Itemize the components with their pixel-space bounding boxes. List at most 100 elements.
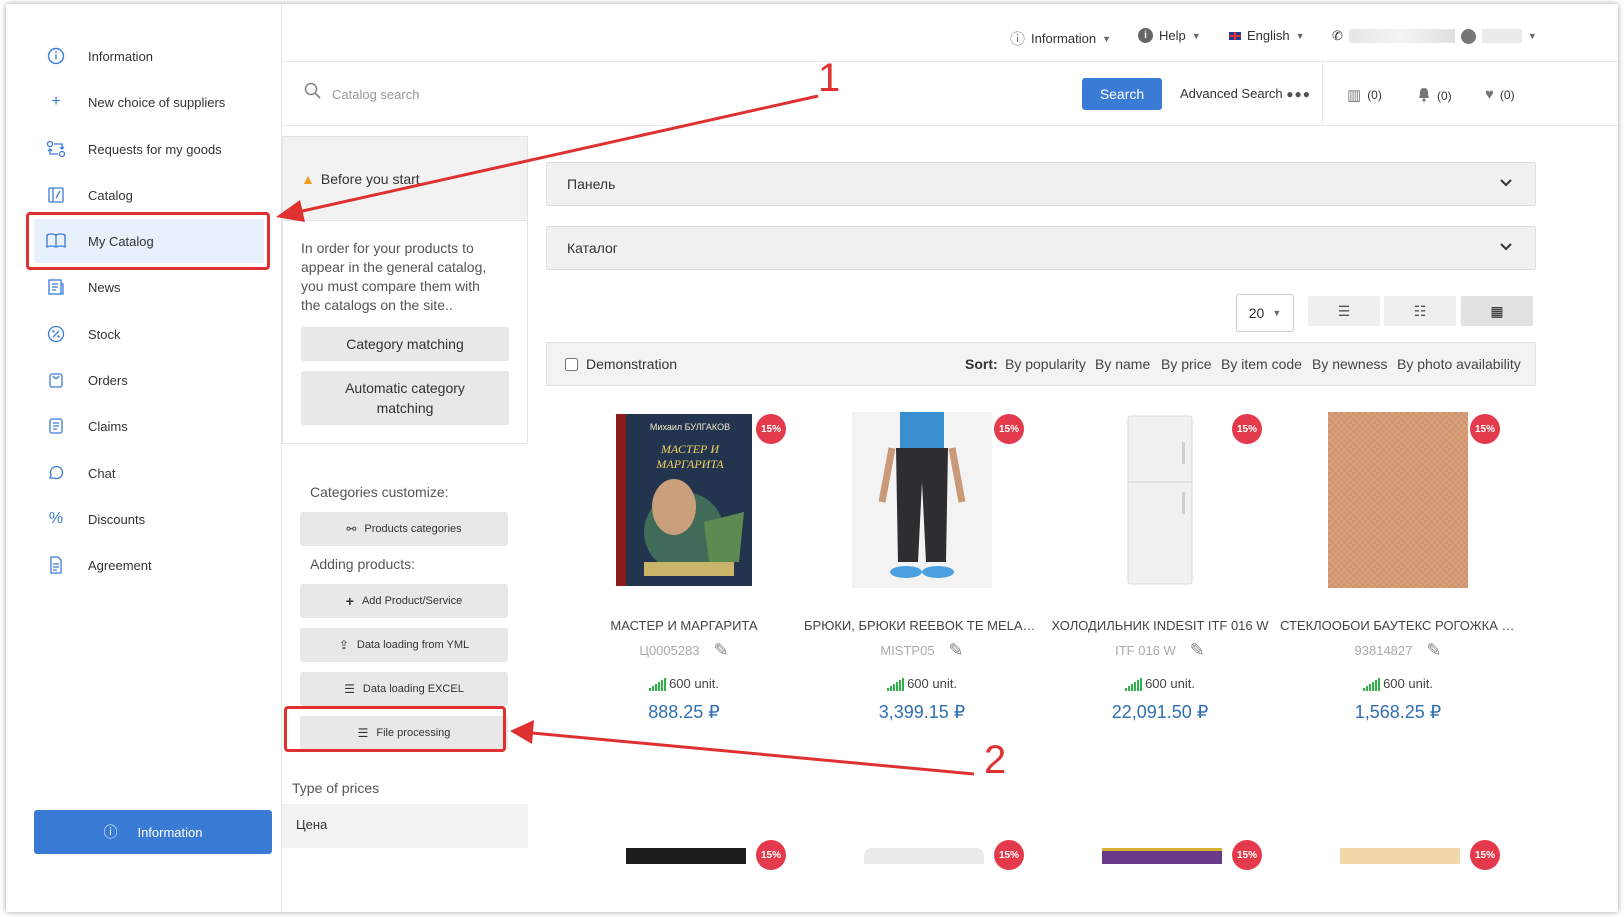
notifications-count: (0) bbox=[1437, 89, 1452, 103]
advanced-search-link[interactable]: Advanced Search ●●● bbox=[1180, 86, 1311, 101]
product-thumbnail bbox=[864, 848, 984, 864]
sidebar-item-news[interactable]: News bbox=[34, 265, 264, 309]
search-icon bbox=[304, 82, 322, 105]
stock-row: 600 unit. bbox=[804, 676, 1040, 691]
chat-icon bbox=[46, 463, 66, 483]
stock-level-icon bbox=[1363, 677, 1381, 691]
sort-by-item-code[interactable]: By item code bbox=[1221, 356, 1302, 372]
stock-row: 600 unit. bbox=[566, 676, 802, 691]
advanced-search-label: Advanced Search bbox=[1180, 86, 1283, 101]
information-menu[interactable]: ⓘ Information ▼ bbox=[1010, 28, 1111, 49]
sidebar-item-requests[interactable]: Requests for my goods bbox=[34, 127, 264, 171]
information-button-label: Information bbox=[137, 824, 203, 840]
language-menu[interactable]: English ▼ bbox=[1229, 28, 1305, 43]
add-product-button[interactable]: + Add Product/Service bbox=[300, 584, 508, 618]
sidebar-item-new-suppliers[interactable]: + New choice of suppliers bbox=[34, 80, 264, 124]
data-loading-excel-button[interactable]: ☰ Data loading EXCEL bbox=[300, 672, 508, 706]
product-card-partial[interactable]: 15% bbox=[1280, 838, 1516, 870]
upload-icon: ⇪ bbox=[338, 638, 349, 652]
product-name[interactable]: БРЮКИ, БРЮКИ REEBOK TE MELANGE JOGGER bbox=[804, 618, 1040, 633]
discount-badge: 15% bbox=[1470, 840, 1500, 870]
product-code-row: 93814827 ✎ bbox=[1280, 640, 1516, 661]
product-card[interactable]: 15% СТЕКЛООБОИ БАУТЕКС РОГОЖКА СРЕДНЯЯ 9… bbox=[1280, 404, 1516, 734]
sort-label: Sort: bbox=[965, 356, 998, 372]
sidebar-item-claims[interactable]: Claims bbox=[34, 404, 264, 448]
phone-icon: ✆ bbox=[1332, 28, 1343, 43]
caret-down-icon: ▼ bbox=[1527, 31, 1537, 41]
automatic-category-matching-button[interactable]: Automatic category matching bbox=[301, 371, 509, 425]
data-loading-yml-button[interactable]: ⇪ Data loading from YML bbox=[300, 628, 508, 662]
notifications-counter[interactable]: (0) bbox=[1417, 86, 1452, 106]
view-detailed-list-button[interactable]: ☷ bbox=[1384, 296, 1456, 326]
favorites-counter[interactable]: ♥ (0) bbox=[1485, 86, 1515, 103]
product-card[interactable]: 15% БРЮКИ, БРЮКИ REEBOK TE MELANGE JOGGE… bbox=[804, 404, 1040, 734]
product-card-partial[interactable]: 15% bbox=[804, 838, 1040, 870]
product-card[interactable]: Михаил БУЛГАКОВ МАСТЕР И МАРГАРИТА 15% М… bbox=[566, 404, 802, 734]
product-card[interactable]: 15% ХОЛОДИЛЬНИК INDESIT ITF 016 W ITF 01… bbox=[1042, 404, 1278, 734]
sidebar-item-chat[interactable]: Chat bbox=[34, 451, 264, 495]
demonstration-checkbox[interactable] bbox=[565, 357, 578, 371]
sidebar-item-agreement[interactable]: Agreement bbox=[34, 543, 264, 587]
discount-badge: 15% bbox=[994, 414, 1024, 444]
product-name[interactable]: ХОЛОДИЛЬНИК INDESIT ITF 016 W bbox=[1042, 618, 1278, 633]
information-button[interactable]: ⓘ Information bbox=[34, 810, 272, 854]
stock-level-icon bbox=[1125, 677, 1143, 691]
sort-by-name[interactable]: By name bbox=[1095, 356, 1150, 372]
sidebar-item-stock[interactable]: Stock bbox=[34, 312, 264, 356]
edit-icon[interactable]: ✎ bbox=[1190, 640, 1205, 661]
edit-icon[interactable]: ✎ bbox=[1426, 640, 1441, 661]
catalog-accordion-title: Каталог bbox=[567, 240, 618, 256]
sidebar-item-label: New choice of suppliers bbox=[88, 94, 226, 110]
sort-by-newness[interactable]: By newness bbox=[1312, 356, 1387, 372]
product-thumbnail bbox=[1102, 848, 1222, 864]
product-image-fiberglass bbox=[1328, 412, 1468, 588]
link-icon: ⚯ bbox=[346, 522, 357, 536]
sort-by-popularity[interactable]: By popularity bbox=[1005, 356, 1086, 372]
product-name[interactable]: МАСТЕР И МАРГАРИТА bbox=[566, 618, 802, 633]
sidebar-item-catalog[interactable]: Catalog bbox=[34, 173, 264, 217]
view-grid-button[interactable]: ▦ bbox=[1461, 296, 1533, 326]
sort-by-price[interactable]: By price bbox=[1161, 356, 1212, 372]
discount-badge: 15% bbox=[756, 414, 786, 444]
product-card-partial[interactable]: 15% bbox=[566, 838, 802, 870]
search-input[interactable] bbox=[332, 82, 1032, 106]
category-matching-button[interactable]: Category matching bbox=[301, 327, 509, 361]
product-card-partial[interactable]: 15% bbox=[1042, 838, 1278, 870]
heart-icon: ♥ bbox=[1485, 86, 1494, 103]
categories-customize-label: Categories customize: bbox=[310, 484, 449, 500]
discount-badge: 15% bbox=[1470, 414, 1500, 444]
price-type-option[interactable]: Цена bbox=[282, 804, 528, 848]
per-page-select[interactable]: 20 ▼ bbox=[1236, 294, 1294, 332]
plus-icon: + bbox=[51, 93, 61, 110]
product-name[interactable]: СТЕКЛООБОИ БАУТЕКС РОГОЖКА СРЕДНЯЯ bbox=[1280, 618, 1516, 633]
percent-icon: % bbox=[48, 510, 64, 527]
product-code-row: MISTP05 ✎ bbox=[804, 640, 1040, 661]
view-list-button[interactable]: ☰ bbox=[1308, 296, 1380, 326]
stock-value: 600 unit. bbox=[1145, 676, 1195, 691]
panel-accordion[interactable]: Панель bbox=[546, 162, 1536, 206]
sidebar-item-information[interactable]: Information bbox=[34, 34, 264, 78]
bell-icon bbox=[1417, 86, 1431, 106]
data-loading-excel-label: Data loading EXCEL bbox=[362, 683, 464, 695]
detailed-list-icon: ☷ bbox=[1413, 302, 1427, 319]
account-menu[interactable]: ✆ ▼ bbox=[1332, 28, 1537, 44]
information-menu-label: Information bbox=[1031, 31, 1097, 46]
stock-row: 600 unit. bbox=[1042, 676, 1278, 691]
sidebar-item-discounts[interactable]: % Discounts bbox=[34, 497, 264, 541]
data-loading-yml-label: Data loading from YML bbox=[356, 639, 470, 651]
edit-icon[interactable]: ✎ bbox=[714, 640, 729, 661]
search-button[interactable]: Search bbox=[1082, 78, 1162, 110]
info-icon bbox=[46, 46, 66, 66]
product-price: 888.25 ₽ bbox=[648, 702, 720, 722]
language-label: English bbox=[1247, 28, 1290, 43]
sidebar-item-orders[interactable]: Orders bbox=[34, 358, 264, 402]
help-menu[interactable]: i Help ▼ bbox=[1138, 28, 1201, 43]
edit-icon[interactable]: ✎ bbox=[949, 640, 964, 661]
product-code-row: ITF 016 W ✎ bbox=[1042, 640, 1278, 661]
product-price: 3,399.15 ₽ bbox=[878, 702, 966, 722]
claims-icon bbox=[46, 416, 66, 436]
products-categories-button[interactable]: ⚯ Products categories bbox=[300, 512, 508, 546]
compare-counter[interactable]: ▥ (0) bbox=[1347, 86, 1382, 104]
sort-by-photo-availability[interactable]: By photo availability bbox=[1397, 356, 1521, 372]
catalog-accordion[interactable]: Каталог bbox=[546, 226, 1536, 270]
